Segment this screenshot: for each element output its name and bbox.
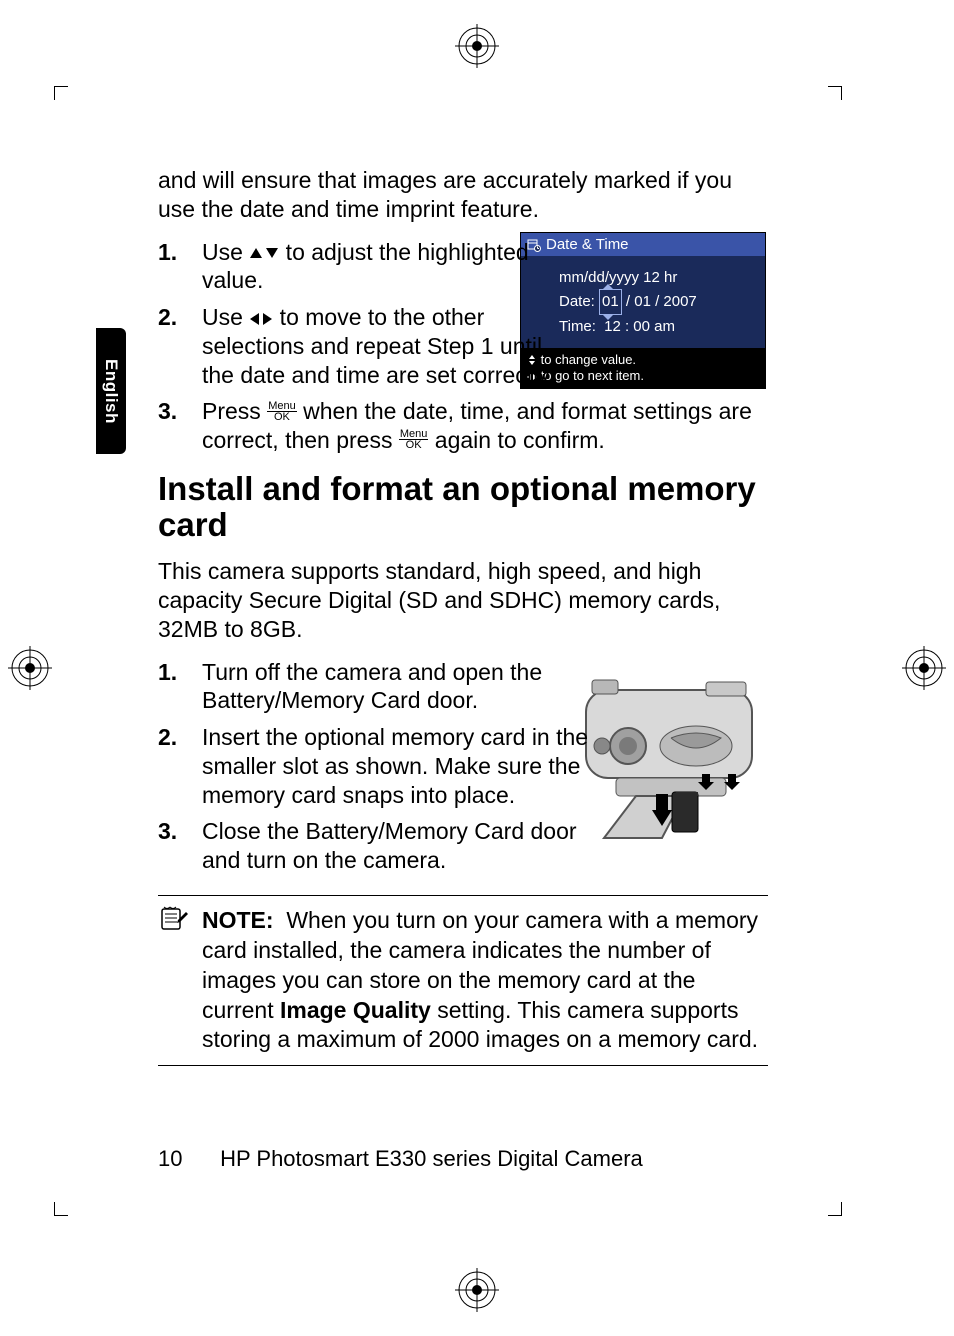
page-footer: 10 HP Photosmart E330 series Digital Cam… [158,1146,643,1172]
intro-paragraph: and will ensure that images are accurate… [158,166,768,224]
memory-card-steps: Turn off the camera and open the Battery… [158,658,768,875]
crop-corner-br-icon [828,1202,842,1216]
section-heading: Install and format an optional memory ca… [158,471,768,544]
page-content: and will ensure that images are accurate… [158,166,768,1066]
footer-title: HP Photosmart E330 series Digital Camera [220,1146,643,1171]
registration-mark-right-icon [902,646,946,690]
language-tab: English [96,328,126,454]
note-block: NOTE: When you turn on your camera with … [158,895,768,1066]
note-label: NOTE: [202,907,274,933]
registration-mark-top-icon [455,24,499,68]
page-number: 10 [158,1146,214,1172]
crop-corner-bl-icon [54,1202,68,1216]
menu-ok-icon: MenuOK [267,401,297,422]
mem-step-1: Turn off the camera and open the Battery… [158,658,768,716]
language-tab-label: English [101,359,121,424]
note-bold: Image Quality [280,997,431,1023]
mem-step-3: Close the Battery/Memory Card door and t… [158,817,768,875]
crop-corner-tl-icon [54,86,68,100]
date-step-3: Press MenuOK when the date, time, and fo… [158,397,768,455]
left-right-triangles-icon [249,311,273,327]
memory-card-paragraph: This camera supports standard, high spee… [158,557,768,643]
up-down-triangles-icon [249,246,279,260]
menu-ok-icon: MenuOK [399,429,429,450]
registration-mark-left-icon [8,646,52,690]
crop-corner-tr-icon [828,86,842,100]
registration-mark-bottom-icon [455,1268,499,1312]
date-step-2: Use to move to the other selections and … [158,303,768,389]
date-step-1: Use to adjust the highlighted value. [158,238,768,296]
mem-step-2: Insert the optional memory card in the s… [158,723,768,809]
note-icon [158,906,188,932]
date-time-steps: Use to adjust the highlighted value. Use… [158,238,768,455]
